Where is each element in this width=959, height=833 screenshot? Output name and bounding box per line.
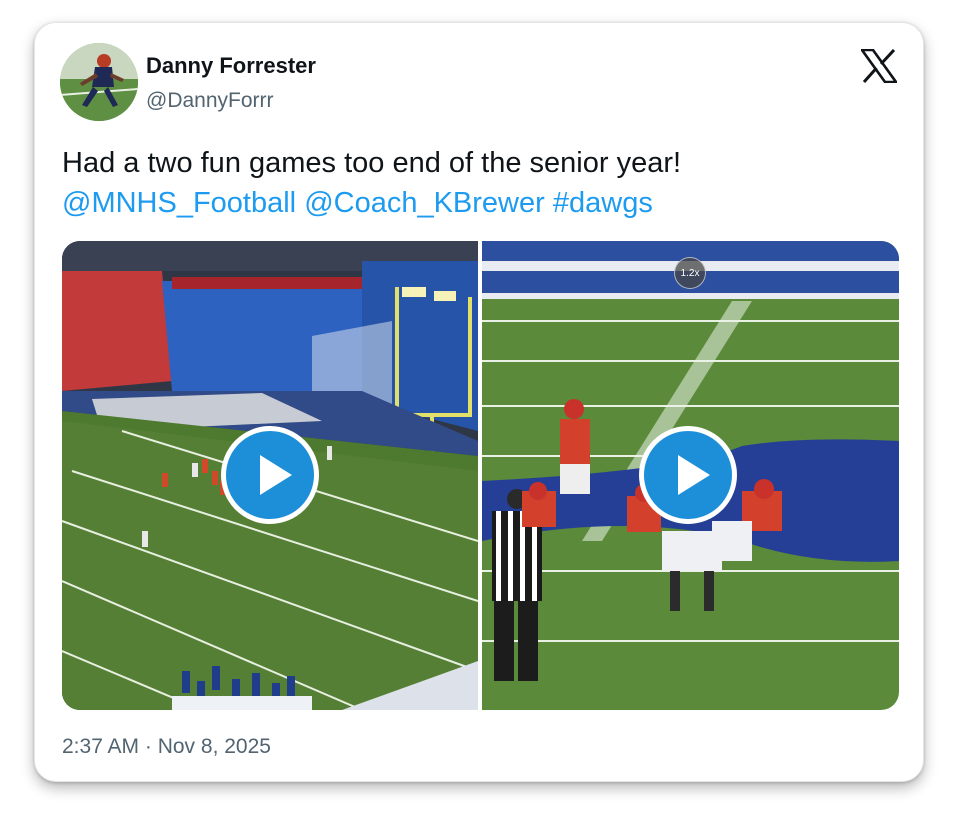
author-name[interactable]: Danny Forrester: [146, 53, 316, 79]
mention-mnhs-football[interactable]: @MNHS_Football: [62, 187, 296, 219]
tweet-timestamp[interactable]: 2:37 AM · Nov 8, 2025: [62, 735, 271, 759]
hashtag-dawgs[interactable]: #dawgs: [553, 187, 653, 219]
tweet-body: Had a two fun games too end of the senio…: [62, 147, 682, 179]
author-handle[interactable]: @DannyForrr: [146, 89, 274, 113]
tweet-card: Danny Forrester @DannyForrr Had a two fu…: [34, 22, 924, 782]
play-icon: [678, 455, 710, 495]
playback-speed-badge[interactable]: 1.2x: [674, 257, 706, 289]
mention-coach-kbrewer[interactable]: @Coach_KBrewer: [304, 187, 545, 219]
video-2[interactable]: 1.2x: [482, 241, 899, 710]
tweet-text: Had a two fun games too end of the senio…: [62, 143, 892, 223]
avatar[interactable]: [60, 43, 138, 121]
play-button[interactable]: [221, 426, 319, 524]
x-logo-icon[interactable]: [860, 48, 898, 84]
media-grid: 1.2x: [62, 241, 899, 710]
play-icon: [260, 455, 292, 495]
video-1[interactable]: [62, 241, 478, 710]
play-button[interactable]: [639, 426, 737, 524]
